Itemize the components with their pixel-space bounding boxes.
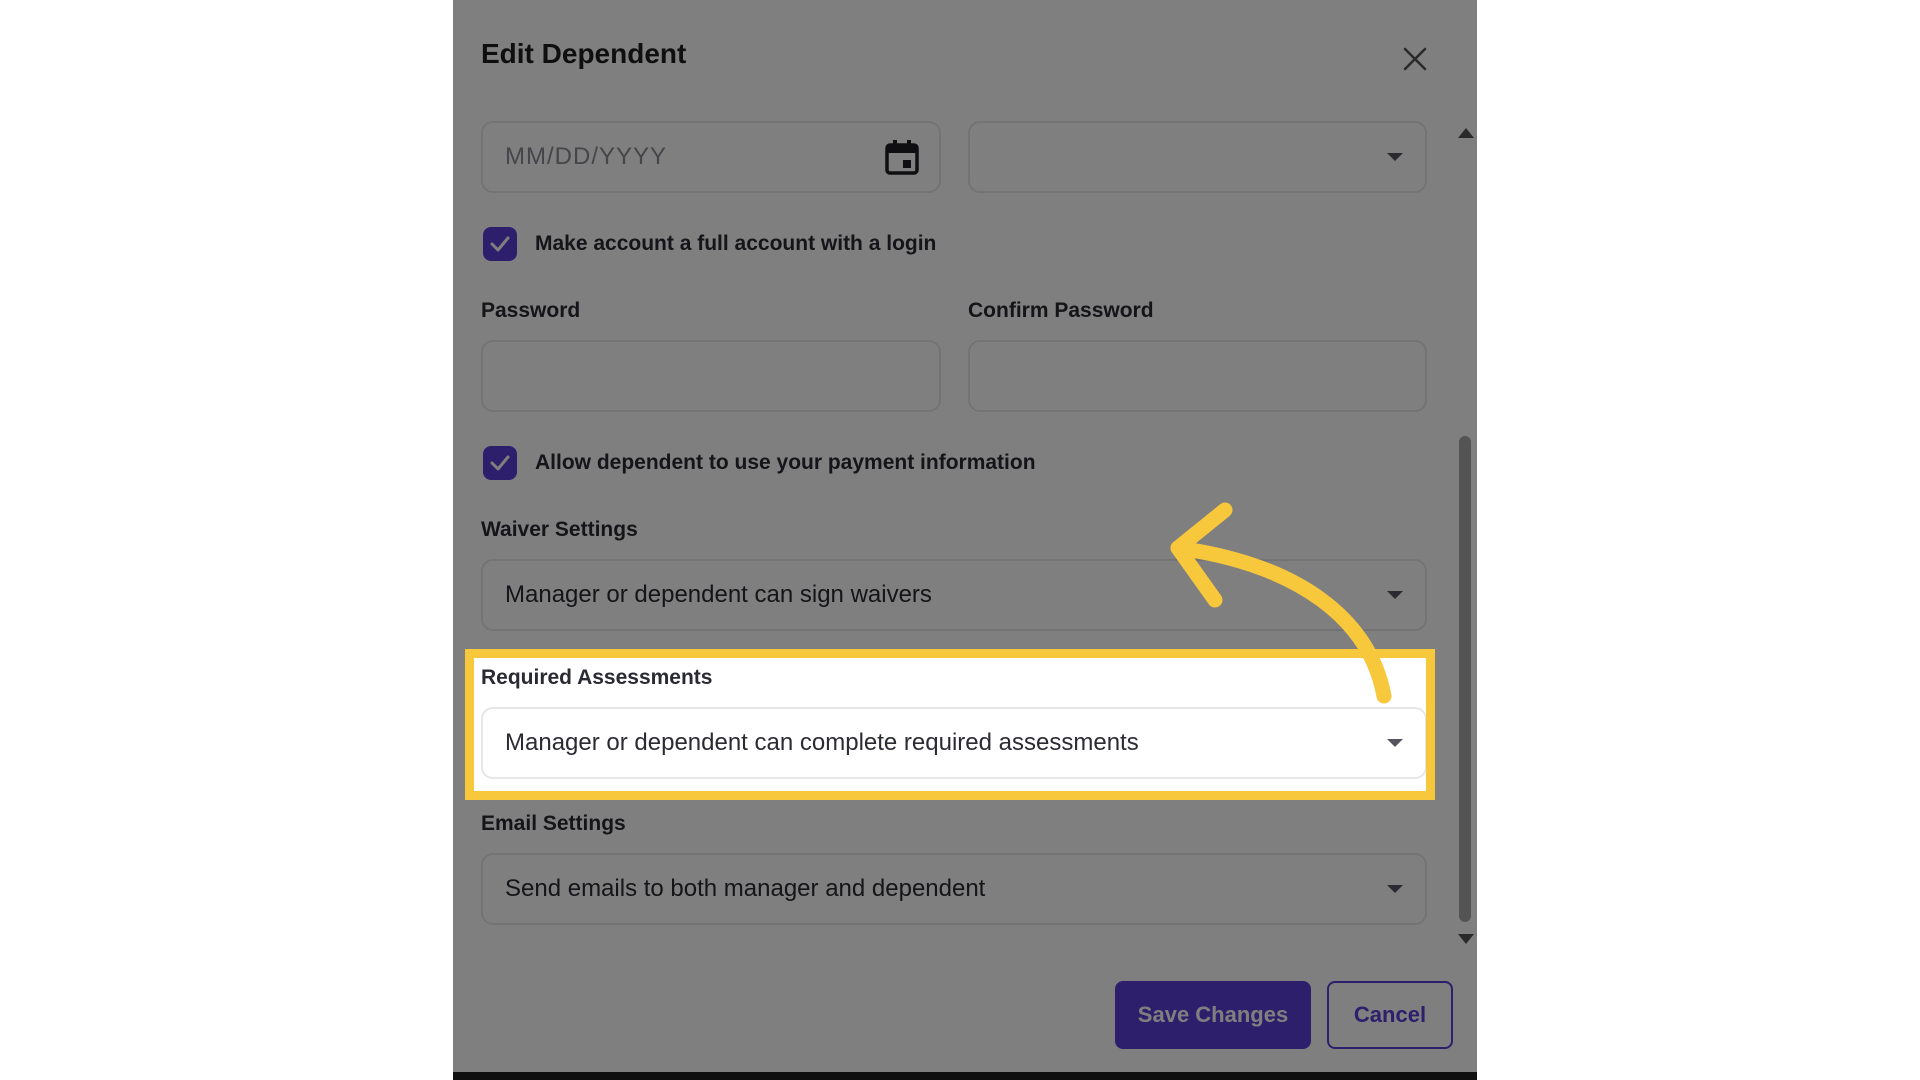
save-changes-button[interactable]: Save Changes xyxy=(1115,981,1311,1049)
calendar-icon[interactable] xyxy=(885,139,919,175)
dialog-bottom-edge xyxy=(453,1072,1477,1080)
scroll-up-arrow-icon[interactable] xyxy=(1458,128,1474,138)
checkmark-icon xyxy=(490,455,510,471)
scroll-down-arrow-icon[interactable] xyxy=(1458,934,1474,944)
confirm-password-label: Confirm Password xyxy=(968,299,1154,322)
dialog-title: Edit Dependent xyxy=(481,38,687,69)
gender-select[interactable] xyxy=(968,121,1427,193)
required-assessments-label: Required Assessments xyxy=(481,666,713,689)
chevron-down-icon xyxy=(1387,591,1403,599)
scrollbar-thumb[interactable] xyxy=(1459,436,1471,922)
password-field[interactable] xyxy=(481,340,941,412)
password-label: Password xyxy=(481,299,581,322)
payment-info-checkbox[interactable] xyxy=(483,446,517,480)
required-assessments-value: Manager or dependent can complete requir… xyxy=(505,729,1139,756)
full-account-label: Make account a full account with a login xyxy=(535,232,937,255)
waiver-settings-select[interactable]: Manager or dependent can sign waivers xyxy=(481,559,1427,631)
full-account-checkbox[interactable] xyxy=(483,227,517,261)
cancel-button[interactable]: Cancel xyxy=(1327,981,1453,1049)
email-settings-select[interactable]: Send emails to both manager and dependen… xyxy=(481,853,1427,925)
email-settings-value: Send emails to both manager and dependen… xyxy=(505,875,986,902)
email-settings-label: Email Settings xyxy=(481,812,626,835)
date-placeholder: MM/DD/YYYY xyxy=(505,143,668,170)
waiver-settings-value: Manager or dependent can sign waivers xyxy=(505,581,932,608)
payment-info-label: Allow dependent to use your payment info… xyxy=(535,451,1036,474)
required-assessments-select[interactable]: Manager or dependent can complete requir… xyxy=(481,707,1427,779)
edit-dependent-dialog: Edit Dependent MM/DD/YYYY Make account a… xyxy=(453,0,1477,1080)
confirm-password-field[interactable] xyxy=(968,340,1427,412)
chevron-down-icon xyxy=(1387,885,1403,893)
checkmark-icon xyxy=(490,236,510,252)
date-input[interactable]: MM/DD/YYYY xyxy=(481,121,941,193)
chevron-down-icon xyxy=(1387,739,1403,747)
chevron-down-icon xyxy=(1387,153,1403,161)
waiver-settings-label: Waiver Settings xyxy=(481,518,638,541)
close-icon[interactable] xyxy=(1400,44,1430,74)
